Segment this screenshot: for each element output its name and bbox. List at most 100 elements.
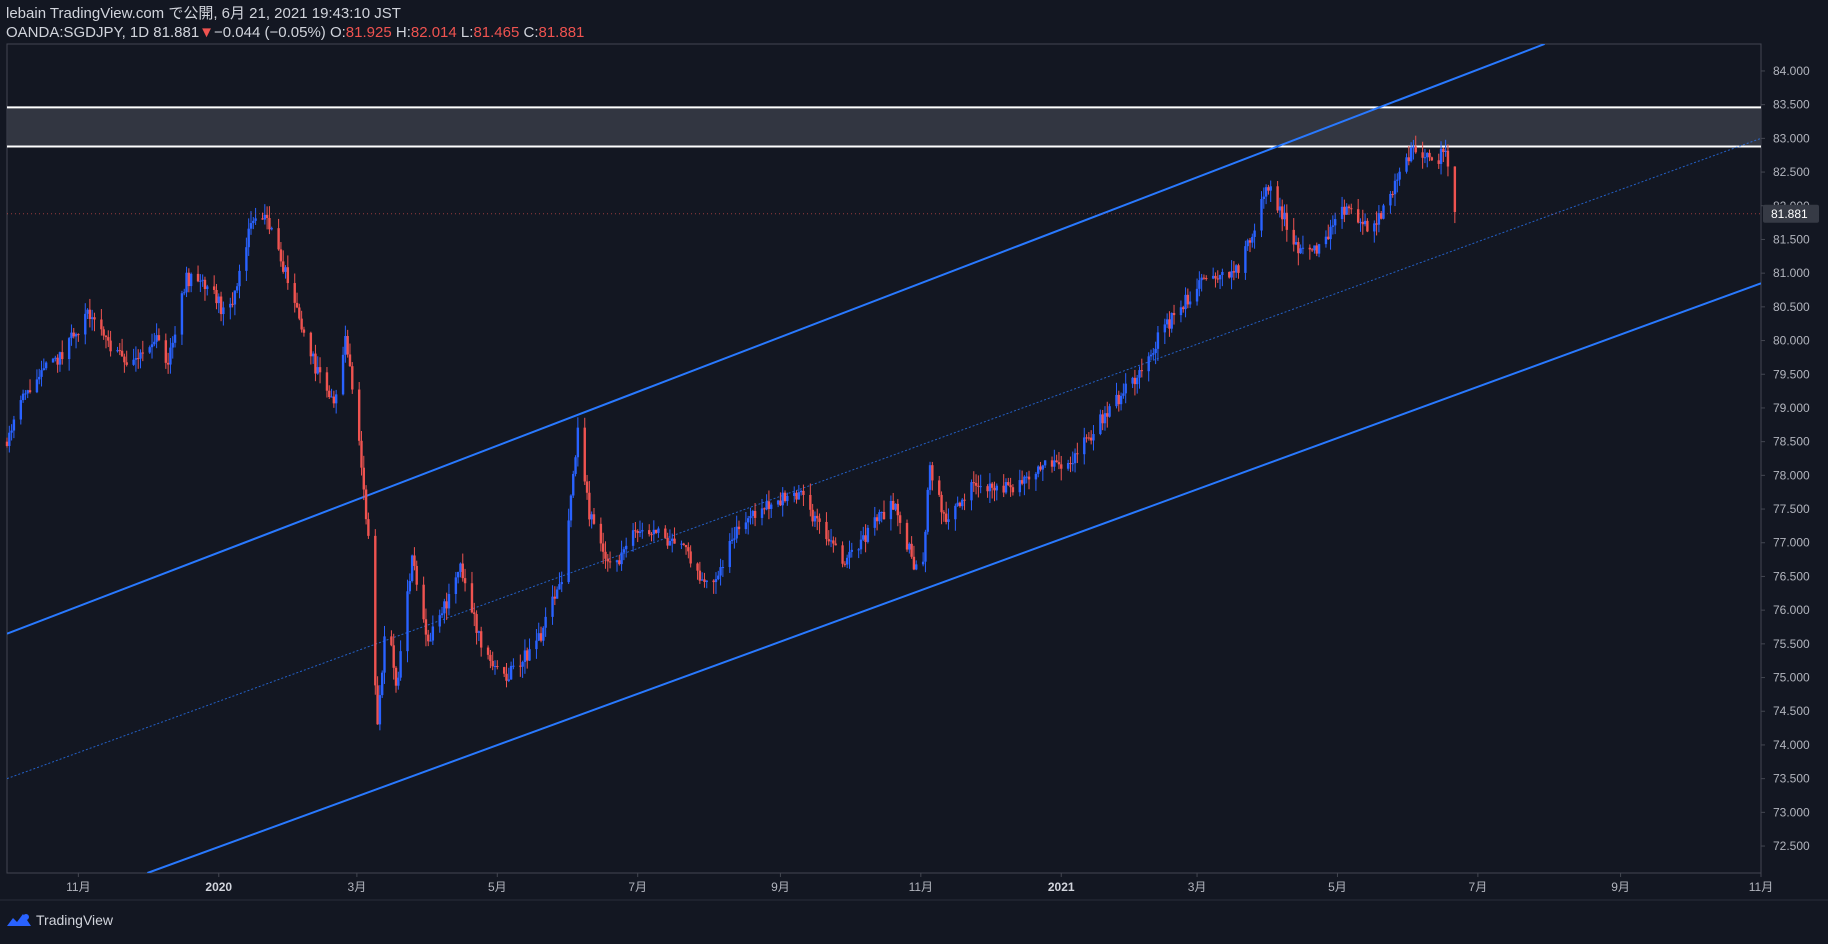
candle	[362, 455, 365, 501]
candle	[986, 484, 989, 498]
candle	[51, 357, 55, 363]
y-tick-label: 74.000	[1773, 738, 1810, 752]
candle	[1186, 288, 1190, 309]
candle	[1172, 304, 1176, 325]
candle	[24, 390, 27, 400]
candle	[1092, 425, 1095, 451]
candle	[282, 250, 285, 274]
candle	[786, 492, 789, 506]
x-tick-label: 7月	[628, 880, 647, 894]
candle	[394, 666, 398, 693]
price-chart[interactable]: 72.500 73.000 73.500 74.000 74.500 75.000 75.5…	[0, 0, 1828, 939]
candle	[1018, 469, 1022, 497]
candle	[1329, 219, 1332, 250]
candle	[1053, 449, 1056, 471]
candle	[1377, 205, 1381, 233]
candle	[1043, 460, 1047, 468]
candle	[189, 272, 193, 293]
candle	[215, 283, 218, 310]
chart-area[interactable]: 72.500 73.000 73.500 74.000 74.500 75.000 75.5…	[0, 0, 1828, 939]
candle	[1152, 347, 1155, 360]
candle	[523, 639, 527, 674]
y-tick-label: 84.000	[1773, 64, 1810, 78]
candle	[254, 207, 257, 225]
candle	[378, 685, 382, 731]
candle	[109, 330, 112, 357]
candle	[954, 503, 957, 531]
candle	[454, 571, 458, 604]
candle	[302, 326, 306, 337]
candle	[270, 226, 273, 231]
candle	[910, 536, 913, 559]
candle	[1234, 264, 1238, 278]
candle	[12, 415, 16, 439]
tradingview-logo-icon	[7, 914, 31, 926]
candle	[567, 508, 570, 584]
candle	[1188, 291, 1192, 309]
candle	[1083, 427, 1086, 465]
candle	[38, 368, 41, 385]
candle	[1248, 237, 1252, 253]
candle	[1147, 352, 1150, 382]
candle	[776, 499, 780, 508]
candle	[908, 542, 911, 554]
candle	[1011, 484, 1015, 496]
candle	[1140, 358, 1144, 378]
candle	[509, 661, 513, 680]
candle	[116, 346, 119, 353]
candle	[61, 340, 64, 365]
candle	[422, 576, 425, 623]
candle	[684, 544, 688, 555]
candle	[1350, 203, 1353, 214]
candle	[171, 336, 174, 359]
candle	[618, 554, 621, 566]
candle	[664, 525, 667, 539]
candle	[1060, 455, 1063, 481]
candle	[491, 651, 494, 671]
candle	[963, 493, 966, 511]
candle	[459, 562, 462, 578]
candle	[141, 340, 145, 362]
candle	[799, 489, 803, 496]
candle	[811, 503, 814, 527]
candle	[28, 379, 32, 394]
candle	[583, 417, 586, 485]
candle	[1297, 237, 1300, 266]
candle	[615, 559, 619, 572]
candle	[1343, 199, 1346, 223]
candle	[445, 592, 448, 620]
y-tick-label: 77.000	[1773, 536, 1810, 550]
candle	[293, 273, 296, 313]
candle	[728, 533, 731, 573]
candle	[744, 512, 748, 534]
candle	[1221, 268, 1224, 287]
candle	[137, 349, 140, 369]
candle	[1356, 199, 1360, 224]
candle	[21, 389, 25, 403]
x-tick-label: 2020	[205, 880, 232, 894]
candle	[1442, 147, 1445, 163]
candle	[507, 667, 511, 683]
candle	[864, 524, 867, 553]
candle	[700, 572, 704, 581]
candle	[1009, 477, 1012, 497]
candle	[1103, 406, 1107, 431]
candle	[1453, 166, 1457, 224]
candle	[249, 211, 253, 235]
candle	[229, 297, 232, 320]
candle	[770, 502, 773, 518]
y-tick-label: 79.500	[1773, 367, 1810, 381]
candle	[970, 479, 973, 511]
candle	[1244, 240, 1247, 280]
candle	[475, 610, 478, 645]
candle	[107, 330, 110, 348]
candle	[988, 473, 992, 503]
tradingview-brand: TradingView	[36, 912, 114, 928]
candle	[1200, 273, 1203, 292]
candle	[325, 367, 329, 398]
candle	[631, 523, 635, 552]
candle	[889, 495, 893, 531]
candle	[84, 303, 87, 345]
candle	[974, 474, 978, 495]
candle	[972, 471, 975, 492]
